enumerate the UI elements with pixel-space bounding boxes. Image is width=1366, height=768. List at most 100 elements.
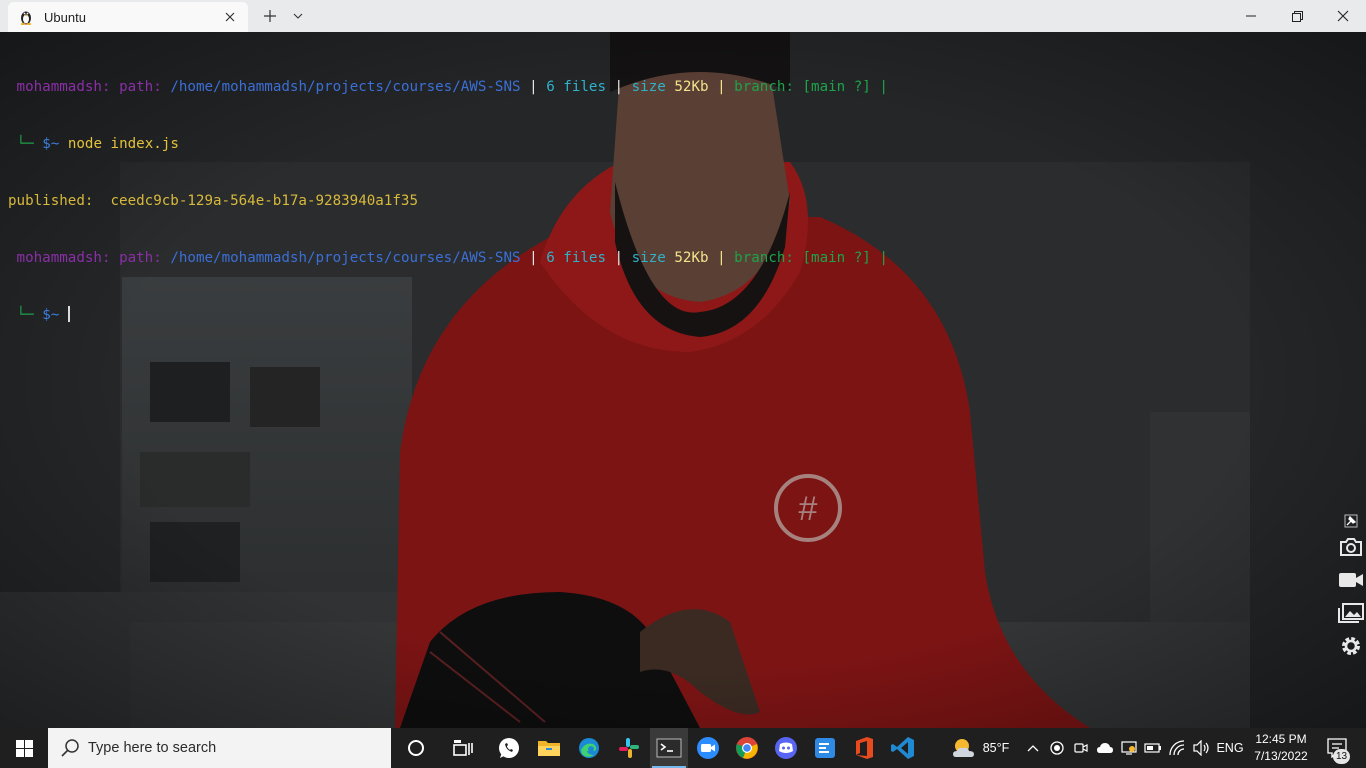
- prompt-size-value: 52Kb: [674, 79, 709, 95]
- edge-icon: [579, 738, 599, 758]
- devices-icon: [1121, 741, 1137, 755]
- wifi-icon: [1169, 740, 1185, 756]
- notification-count: 13: [1333, 749, 1350, 764]
- settings-button[interactable]: [1337, 633, 1365, 659]
- meet-now-button[interactable]: [1071, 728, 1091, 768]
- video-icon: [1339, 573, 1363, 587]
- minimize-icon: [1246, 15, 1256, 17]
- discord-button[interactable]: [767, 728, 805, 768]
- prompt-branch-value: [main ?]: [802, 250, 871, 266]
- plus-icon: [264, 10, 276, 22]
- zoom-button[interactable]: [689, 728, 727, 768]
- prompt-files-label: files: [563, 79, 606, 95]
- tab-ubuntu[interactable]: Ubuntu: [8, 2, 248, 32]
- prompt-files-count: 6: [546, 79, 555, 95]
- partly-cloudy-icon: [952, 739, 974, 757]
- start-button[interactable]: [0, 728, 48, 768]
- tab-dropdown-button[interactable]: [287, 4, 309, 28]
- prompt-corner: └─: [16, 136, 34, 152]
- onedrive-button[interactable]: [1095, 728, 1115, 768]
- file-explorer-button[interactable]: [530, 728, 568, 768]
- camera-icon: [1340, 538, 1362, 556]
- record-icon: [1050, 741, 1064, 755]
- output-line: published: ceedc9cb-129a-564e-b17a-92839…: [8, 192, 888, 211]
- battery-button[interactable]: [1143, 728, 1163, 768]
- prompt-separator: |: [879, 250, 888, 266]
- zoom-icon: [697, 737, 719, 759]
- pin-button[interactable]: [1337, 512, 1365, 530]
- taskbar-search-box[interactable]: Type here to search: [48, 728, 391, 768]
- linux-penguin-icon: [18, 9, 34, 25]
- prompt-symbol: $~: [42, 307, 60, 323]
- input-language-button[interactable]: ENG: [1214, 728, 1246, 768]
- task-view-icon: [453, 740, 473, 756]
- todo-button[interactable]: [806, 728, 844, 768]
- side-tool-panel: [1333, 512, 1366, 660]
- chevron-up-icon: [1027, 745, 1039, 752]
- windows-logo-icon: [15, 739, 33, 757]
- discord-icon: [775, 737, 797, 759]
- prompt-separator: |: [529, 79, 538, 95]
- speaker-icon: [1193, 740, 1209, 756]
- record-button[interactable]: [1337, 567, 1365, 593]
- prompt-user: mohammadsh:: [16, 250, 111, 266]
- task-view-button[interactable]: [444, 728, 482, 768]
- screenshot-button[interactable]: [1337, 534, 1365, 560]
- slack-button[interactable]: [610, 728, 648, 768]
- prompt-separator: |: [717, 79, 726, 95]
- slack-icon: [619, 738, 639, 758]
- weather-widget[interactable]: 85°F: [948, 728, 1012, 768]
- prompt-branch-label: branch:: [734, 79, 794, 95]
- cortana-icon: [408, 740, 424, 756]
- window-titlebar: Ubuntu: [0, 0, 1366, 32]
- prompt-branch-label: branch:: [734, 250, 794, 266]
- vscode-button[interactable]: [884, 728, 922, 768]
- record-indicator[interactable]: [1047, 728, 1067, 768]
- clock-date: 7/13/2022: [1254, 749, 1308, 763]
- close-tab-icon[interactable]: [218, 5, 242, 29]
- restore-button[interactable]: [1274, 0, 1320, 32]
- weather-temperature: 85°F: [982, 741, 1010, 755]
- gallery-button[interactable]: [1337, 600, 1365, 626]
- security-button[interactable]: [1119, 728, 1139, 768]
- tab-title: Ubuntu: [44, 9, 86, 25]
- clock-time: 12:45 PM: [1255, 732, 1307, 746]
- search-icon: [61, 739, 79, 757]
- new-tab-button[interactable]: [257, 4, 283, 28]
- prompt-separator: |: [614, 79, 624, 95]
- command-line: └─ $~ node index.js: [8, 135, 888, 154]
- edge-button[interactable]: [570, 728, 608, 768]
- whatsapp-button[interactable]: [490, 728, 528, 768]
- file-explorer-icon: [538, 741, 560, 756]
- restore-icon: [1291, 10, 1303, 22]
- taskbar: Type here to search 85°F ENG 12:45 PM 7/…: [0, 728, 1366, 768]
- command-line[interactable]: └─ $~: [8, 306, 888, 325]
- office-button[interactable]: [845, 728, 883, 768]
- prompt-separator: |: [529, 250, 538, 266]
- prompt-corner: └─: [16, 307, 34, 323]
- prompt-path: /home/mohammadsh/projects/courses/AWS-SN…: [170, 250, 521, 266]
- pin-icon: [1344, 514, 1358, 528]
- chevron-down-icon: [293, 13, 303, 19]
- network-button[interactable]: [1167, 728, 1189, 768]
- close-window-button[interactable]: [1320, 0, 1366, 32]
- chrome-icon: [736, 737, 758, 759]
- volume-button[interactable]: [1191, 728, 1213, 768]
- cortana-button[interactable]: [397, 728, 435, 768]
- terminal-area[interactable]: # mohammadsh: path: /home/mohammadsh/pro…: [0, 32, 1366, 728]
- chrome-button[interactable]: [728, 728, 766, 768]
- text-cursor: [67, 306, 70, 322]
- system-clock[interactable]: 12:45 PM 7/13/2022: [1248, 731, 1314, 767]
- prompt-separator: |: [879, 79, 888, 95]
- prompt-size-label: size: [631, 79, 666, 95]
- close-icon: [1337, 10, 1349, 22]
- command-text: node index.js: [67, 136, 179, 152]
- prompt-separator: |: [614, 250, 624, 266]
- prompt-path-label: path:: [119, 250, 162, 266]
- output-value: ceedc9cb-129a-564e-b17a-9283940a1f35: [110, 193, 419, 209]
- terminal-icon: [656, 738, 682, 758]
- terminal-button[interactable]: [650, 728, 688, 768]
- show-hidden-icons-button[interactable]: [1024, 728, 1042, 768]
- minimize-button[interactable]: [1228, 0, 1274, 32]
- prompt-files-count: 6: [546, 250, 555, 266]
